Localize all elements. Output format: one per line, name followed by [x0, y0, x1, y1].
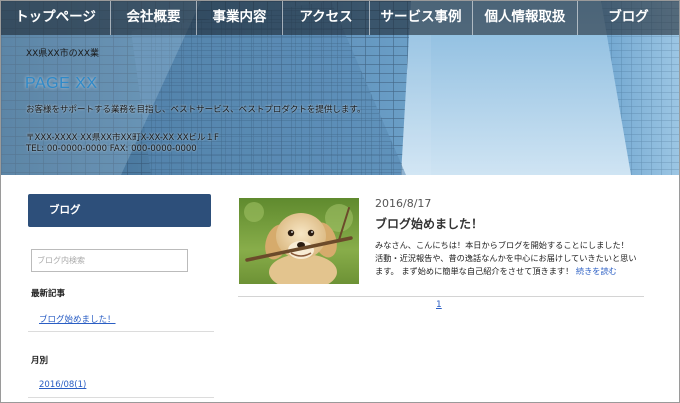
nav-item-blog[interactable]: ブログ: [578, 1, 679, 35]
blog-search-input[interactable]: [31, 249, 188, 272]
monthly-archive-label: 月別: [31, 356, 49, 366]
main-nav: トップページ 会社概要 事業内容 アクセス サービス事例 個人情報取扱 ブログ: [1, 1, 679, 35]
post-thumbnail[interactable]: [239, 198, 359, 284]
nav-item-privacy[interactable]: 個人情報取扱: [473, 1, 578, 35]
post-title[interactable]: ブログ始めました！: [375, 215, 483, 232]
nav-item-company[interactable]: 会社概要: [111, 1, 197, 35]
page-frame: トップページ 会社概要 事業内容 アクセス サービス事例 個人情報取扱 ブログ …: [0, 0, 680, 403]
nav-item-service-cases[interactable]: サービス事例: [370, 1, 473, 35]
site-description: お客様をサポートする業務を目指し、ベストサービス、ベストプロダクトを提供します。: [26, 105, 366, 115]
recent-post-link[interactable]: ブログ始めました！: [39, 313, 116, 325]
monthly-archive-link[interactable]: 2016/08(1): [39, 380, 86, 390]
nav-item-top[interactable]: トップページ: [1, 1, 111, 35]
company-address: 〒XXX-XXXX XX県XX市XX町X-XX-XX XXビル１F: [26, 133, 219, 143]
post-excerpt: みなさん、こんにちは！本日からブログを開始することにしました！ 活動・近況報告や…: [375, 239, 639, 278]
pagination-page-link[interactable]: 1: [436, 300, 442, 310]
hero-banner: トップページ 会社概要 事業内容 アクセス サービス事例 個人情報取扱 ブログ …: [1, 1, 679, 175]
hero-tagline: XX県XX市のXX業: [26, 49, 99, 59]
nav-item-business[interactable]: 事業内容: [197, 1, 283, 35]
company-phone: TEL: 00-0000-0000 FAX: 000-0000-0000: [26, 144, 197, 154]
site-title[interactable]: PAGE XX: [25, 75, 98, 93]
post-date: 2016/8/17: [375, 197, 432, 210]
nav-item-access[interactable]: アクセス: [283, 1, 370, 35]
sidebar-header: ブログ: [28, 194, 211, 227]
sidebar: ブログ 最新記事 ブログ始めました！ 月別 2016/08(1): [28, 194, 214, 398]
recent-posts-label: 最新記事: [31, 289, 66, 299]
puppy-photo-icon: [239, 198, 359, 284]
sidebar-divider: [28, 397, 214, 398]
sidebar-divider: [28, 331, 214, 332]
content-divider: [238, 296, 644, 297]
read-more-link[interactable]: 続きを読む: [576, 266, 617, 276]
